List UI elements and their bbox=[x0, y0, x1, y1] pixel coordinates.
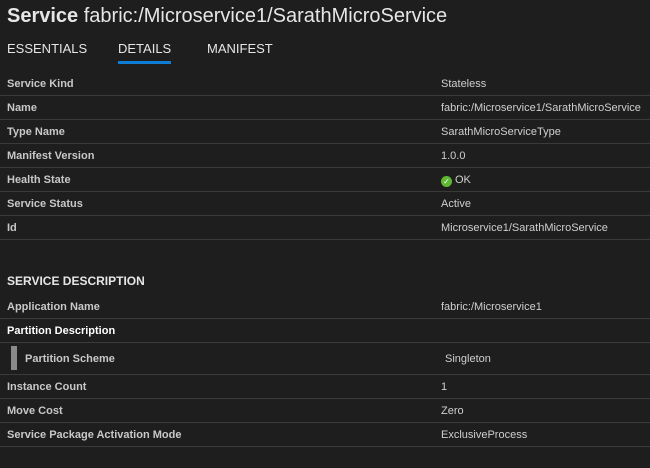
details-row-manifest-version: Manifest Version 1.0.0 bbox=[0, 144, 650, 168]
row-value: Zero bbox=[441, 405, 464, 417]
row-value: 1.0.0 bbox=[441, 150, 466, 162]
details-row-service-kind: Service Kind Stateless bbox=[0, 72, 650, 96]
row-label: Application Name bbox=[7, 301, 100, 313]
details-row-service-status: Service Status Active bbox=[0, 192, 650, 216]
health-state-value: ✓ OK bbox=[441, 174, 471, 187]
entity-kind: Service bbox=[7, 5, 79, 27]
details-row-partition-scheme: Partition Scheme Singleton bbox=[0, 343, 650, 375]
row-value: Singleton bbox=[445, 353, 491, 365]
partition-description-label: Partition Description bbox=[7, 325, 116, 337]
row-value: Stateless bbox=[441, 78, 487, 90]
health-state-text: OK bbox=[455, 174, 471, 186]
details-row-activation-mode: Service Package Activation Mode Exclusiv… bbox=[0, 423, 650, 447]
details-row-instance-count: Instance Count 1 bbox=[0, 375, 650, 399]
service-description-table: Application Name fabric:/Microservice1 P… bbox=[0, 295, 650, 447]
row-label: Partition Scheme bbox=[25, 353, 115, 365]
row-label: Move Cost bbox=[7, 405, 63, 417]
details-row-name: Name fabric:/Microservice1/SarathMicroSe… bbox=[0, 96, 650, 120]
ok-check-icon: ✓ bbox=[441, 176, 452, 187]
row-value: Active bbox=[441, 198, 471, 210]
row-label: Name bbox=[7, 102, 37, 114]
details-row-application-name: Application Name fabric:/Microservice1 bbox=[0, 295, 650, 319]
tab-details[interactable]: DETAILS bbox=[118, 41, 172, 64]
section-title-service-description: SERVICE DESCRIPTION bbox=[7, 274, 145, 288]
row-label: Service Kind bbox=[7, 78, 74, 90]
partition-description-header: Partition Description bbox=[0, 319, 650, 343]
row-value: fabric:/Microservice1 bbox=[441, 301, 542, 313]
row-label: Id bbox=[7, 222, 17, 234]
details-row-id: Id Microservice1/SarathMicroService bbox=[0, 216, 650, 240]
row-value: Microservice1/SarathMicroService bbox=[441, 222, 608, 234]
row-label: Health State bbox=[7, 174, 71, 186]
row-label: Instance Count bbox=[7, 381, 87, 393]
row-value: fabric:/Microservice1/SarathMicroService bbox=[441, 102, 641, 114]
row-label: Manifest Version bbox=[7, 150, 95, 162]
details-row-health-state: Health State ✓ OK bbox=[0, 168, 650, 192]
row-label: Service Status bbox=[7, 198, 83, 210]
details-table: Service Kind Stateless Name fabric:/Micr… bbox=[0, 72, 650, 240]
entity-name: fabric:/Microservice1/SarathMicroService bbox=[83, 5, 448, 27]
details-row-move-cost: Move Cost Zero bbox=[0, 399, 650, 423]
indent-bar bbox=[11, 346, 17, 370]
row-label: Type Name bbox=[7, 126, 65, 138]
page-title: Service fabric:/Microservice1/SarathMicr… bbox=[7, 5, 447, 28]
tab-manifest[interactable]: MANIFEST bbox=[207, 41, 273, 61]
row-label: Service Package Activation Mode bbox=[7, 429, 182, 441]
row-value: ExclusiveProcess bbox=[441, 429, 528, 441]
tab-essentials[interactable]: ESSENTIALS bbox=[7, 41, 87, 61]
row-value: 1 bbox=[441, 381, 448, 393]
row-value: SarathMicroServiceType bbox=[441, 126, 561, 138]
details-row-type-name: Type Name SarathMicroServiceType bbox=[0, 120, 650, 144]
